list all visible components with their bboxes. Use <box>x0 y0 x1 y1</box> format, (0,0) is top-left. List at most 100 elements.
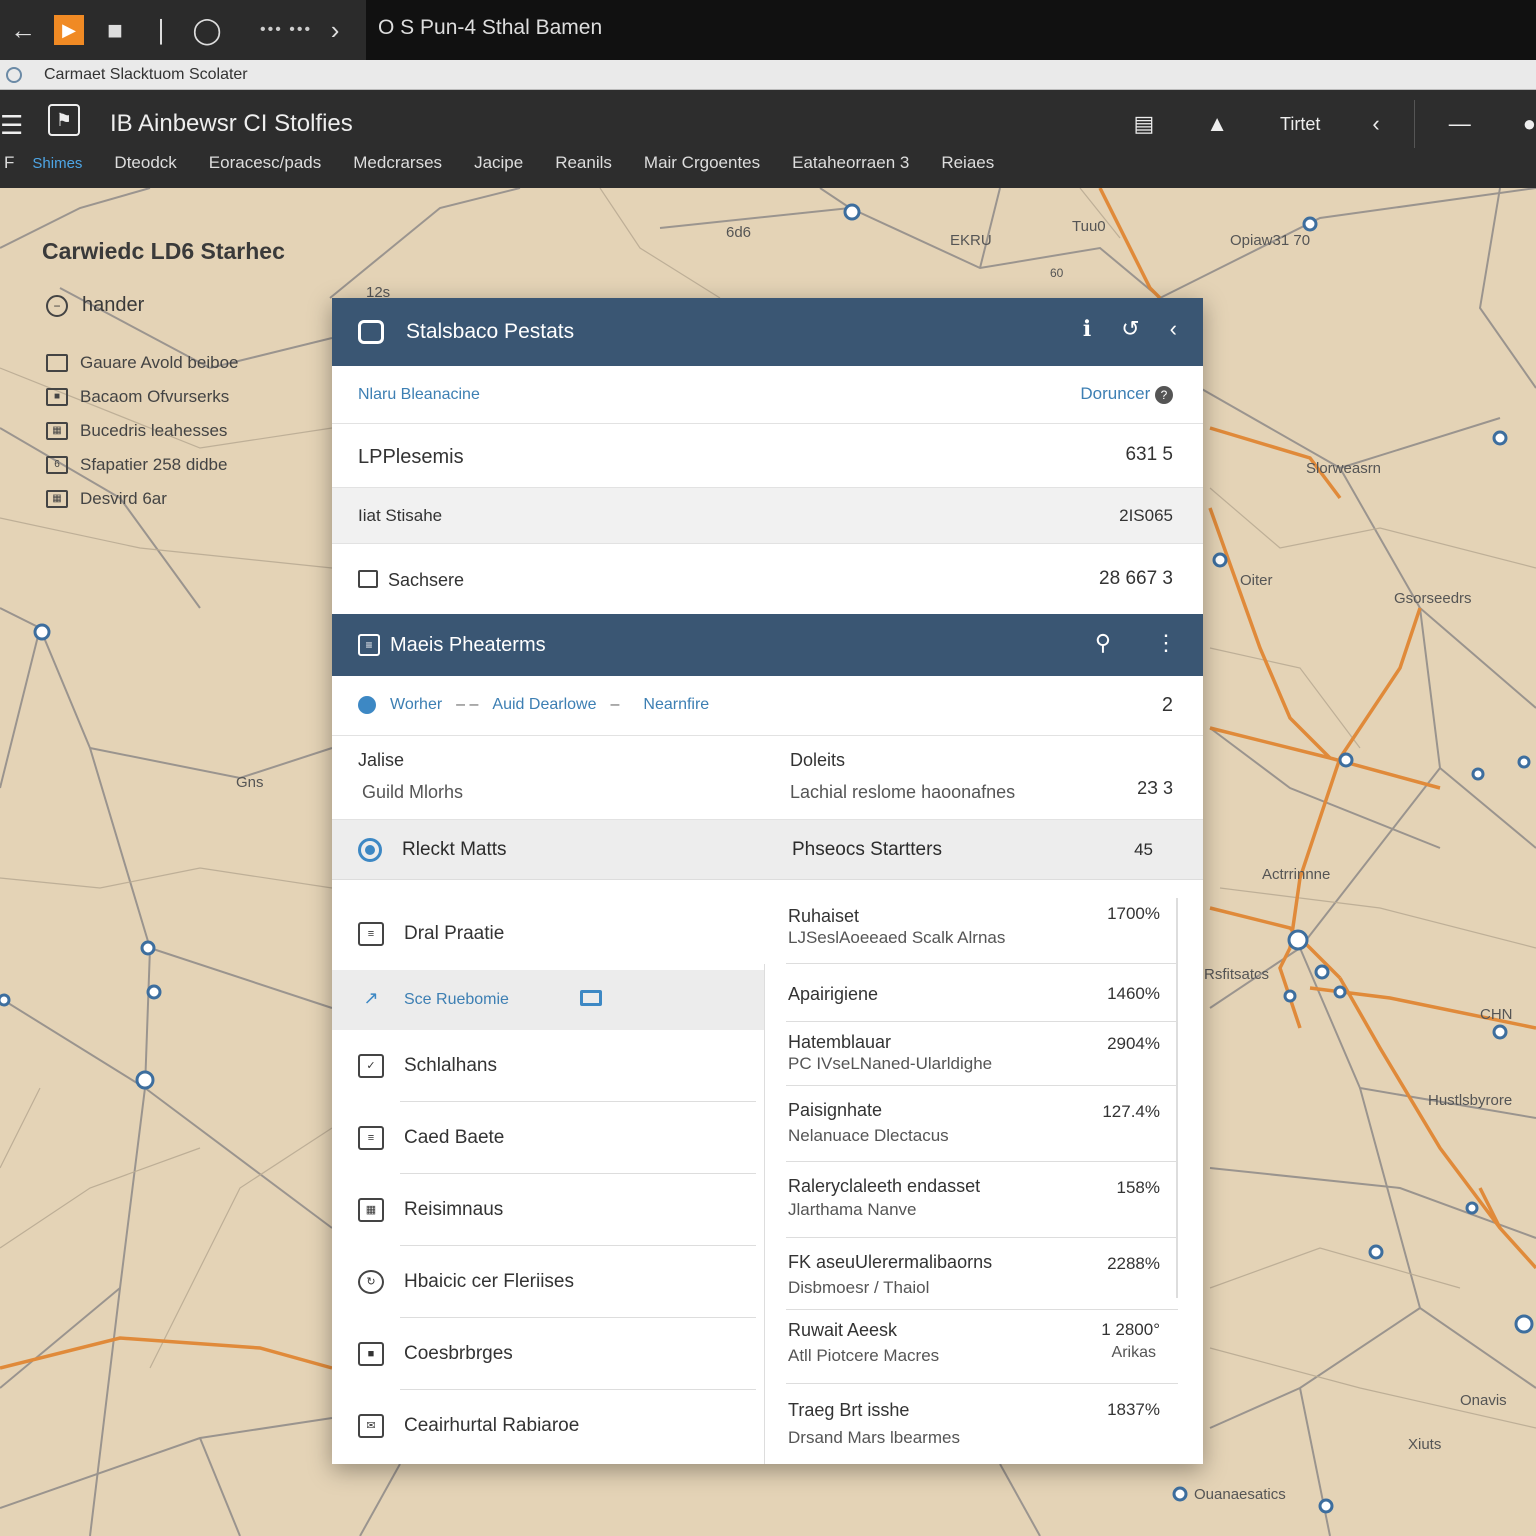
refresh-icon[interactable]: ↺ <box>1121 316 1139 342</box>
minimize-icon[interactable]: — <box>1449 111 1471 137</box>
metric-title: Paisignhate <box>788 1100 883 1120</box>
metric-row[interactable]: Apairigiene 1460% <box>786 964 1178 1022</box>
stat-row[interactable]: Sachsere 28 667 3 <box>332 544 1203 614</box>
sidebar-search[interactable]: − hander <box>46 294 144 317</box>
list-item[interactable]: ✉ Ceairhurtal Rabiaroe <box>332 1390 764 1462</box>
nav-item[interactable]: Reiaes <box>941 153 994 173</box>
chevron-right-icon[interactable]: › <box>312 0 358 60</box>
section-header: ≡ Maeis Pheaterms ⚲ ⋮ <box>332 614 1203 676</box>
list-item-label: Caed Baete <box>404 1127 505 1148</box>
list-item[interactable]: ✓ Schlalhans <box>332 1030 764 1102</box>
column-divider <box>764 964 765 1464</box>
metric-value-secondary: Arikas <box>1111 1344 1156 1361</box>
metric-sub: Jlarthama Nanve <box>788 1200 917 1219</box>
detail-row[interactable]: Jalise Guild Mlorhs Doleits Lachial resl… <box>332 736 1203 820</box>
user-icon[interactable]: ◯ <box>184 0 230 60</box>
sidebar-item-label: Bucedris leahesses <box>80 421 228 440</box>
nav-item[interactable]: Eoracesc/pads <box>209 153 321 173</box>
nav-item[interactable]: F <box>0 153 14 173</box>
selected-row[interactable]: Rleckt Matts Phseocs Startters 45 <box>332 820 1203 880</box>
metric-row[interactable]: Raleryclaleeth endasset Jlarthama Nanve … <box>786 1162 1178 1238</box>
metric-row[interactable]: Hatemblauar PC IVseLNaned-Ularldighe 290… <box>786 1022 1178 1086</box>
sidebar-search-label[interactable]: hander <box>82 294 144 317</box>
metric-row[interactable]: Traeg Brt isshe Drsand Mars lbearmes 183… <box>786 1384 1178 1462</box>
metric-sub: Atll Piotcere Macres <box>788 1346 940 1365</box>
sidebar-list: Gauare Avold beiboe ■ Bacaom Ofvurserks … <box>46 346 238 516</box>
search-icon[interactable]: ⚲ <box>1095 630 1111 656</box>
metric-value: 1837% <box>1107 1400 1160 1419</box>
metric-row[interactable]: FK aseuUlerermalibaorns Disbmoesr / Thai… <box>786 1238 1178 1310</box>
stats-panel: Stalsbaco Pestats ℹ ↺ ‹ Nlaru Bleanacine… <box>332 298 1203 1464</box>
map-label: EKRU <box>950 232 992 249</box>
nav-item[interactable]: Eataheorraen 3 <box>792 153 909 173</box>
stat-label: LPPlesemis <box>358 446 464 468</box>
panel-logo-icon <box>358 320 384 344</box>
stat-value: 631 5 <box>1125 444 1173 465</box>
list-item[interactable]: ▦ Reisimnaus <box>332 1174 764 1246</box>
map-label: Gsorseedrs <box>1394 590 1472 607</box>
panel-header: Stalsbaco Pestats ℹ ↺ ‹ <box>332 298 1203 366</box>
metric-title: Apairigiene <box>788 984 879 1004</box>
detail-right-title: Doleits <box>790 750 846 770</box>
nav-item[interactable]: Reanils <box>555 153 612 173</box>
metric-row[interactable]: Ruwait Aeesk Atll Piotcere Macres 1 2800… <box>786 1310 1178 1384</box>
sidebar-item[interactable]: ▦ Bucedris leahesses <box>46 414 238 448</box>
app-action-text[interactable]: Tirtet <box>1280 114 1320 135</box>
more-vertical-icon[interactable]: ⋮ <box>1155 630 1177 656</box>
list-item[interactable]: ↻ Hbaicic cer Fleriises <box>332 1246 764 1318</box>
document-icon[interactable]: ▤ <box>1133 111 1154 137</box>
metric-title: Raleryclaleeth endasset <box>788 1176 981 1196</box>
metric-row[interactable]: Paisignhate Nelanuace Dlectacus 127.4% <box>786 1086 1178 1162</box>
nav-item-active[interactable]: Shimes <box>32 155 82 172</box>
list-item[interactable]: ■ Coesbrbrges <box>332 1318 764 1390</box>
sidebar-item[interactable]: ▦ Desvird 6ar <box>46 482 238 516</box>
address-bar[interactable]: Carmaet Slacktuom Scolater <box>0 60 1536 90</box>
sidebar-item[interactable]: 6 Sfapatier 258 didbe <box>46 448 238 482</box>
breadcrumb-item[interactable]: Worher <box>390 696 442 714</box>
stat-row[interactable]: Iiat Stisahe 2IS065 <box>332 488 1203 544</box>
sidebar-item-label: Desvird 6ar <box>80 489 167 508</box>
nav-item[interactable]: Dteodck <box>114 153 176 173</box>
list-item[interactable]: ≡ Caed Baete <box>332 1102 764 1174</box>
window-title: O S Pun-4 Sthal Bamen <box>378 16 603 39</box>
stat-row[interactable]: LPPlesemis 631 5 <box>332 424 1203 488</box>
layers-icon[interactable]: ▲ <box>1206 111 1228 137</box>
nav-item[interactable]: Medcrarses <box>353 153 442 173</box>
info-icon[interactable]: ℹ <box>1083 316 1091 342</box>
metric-row[interactable]: Ruhaiset LJSeslAoeeaed Scalk Alrnas 1700… <box>786 898 1178 964</box>
detail-left-sub: Guild Mlorhs <box>362 782 464 802</box>
address-text[interactable]: Carmaet Slacktuom Scolater <box>44 66 248 84</box>
pin-icon[interactable]: ∣ <box>138 0 184 60</box>
map-label: Ouanaesatics <box>1194 1486 1286 1503</box>
metric-value: 2904% <box>1107 1034 1160 1053</box>
share-icon[interactable]: ‹ <box>1372 111 1379 137</box>
panel-link-right[interactable]: Doruncer ? <box>1080 384 1173 404</box>
window-menu-dots[interactable]: ••• ••• <box>260 21 312 39</box>
map-label: 60 <box>1050 266 1064 280</box>
back-arrow-icon[interactable]: ← <box>0 0 46 60</box>
radio-selected-icon[interactable] <box>358 838 382 862</box>
sidebar-item[interactable]: ■ Bacaom Ofvurserks <box>46 380 238 414</box>
hamburger-menu-icon[interactable]: ☰ <box>0 110 23 141</box>
help-icon: ? <box>1155 386 1173 404</box>
list-icon <box>46 354 68 372</box>
panel-link-left[interactable]: Nlaru Bleanacine <box>358 386 480 404</box>
list-item-active[interactable]: ↗ Sce Ruebomie <box>332 970 764 1030</box>
nav-item[interactable]: Jacipe <box>474 153 523 173</box>
metric-sub: Nelanuace Dlectacus <box>788 1126 949 1145</box>
sidebar-item-label: Gauare Avold beiboe <box>80 353 239 372</box>
clipboard-icon[interactable]: ■ <box>92 0 138 60</box>
search-icon: − <box>46 294 68 317</box>
collapse-chevron-icon[interactable]: ‹ <box>1170 316 1177 342</box>
breadcrumb-item[interactable]: Nearnfire <box>643 696 709 714</box>
settings-icon[interactable]: ● <box>1523 111 1536 137</box>
metric-title: Ruwait Aeesk <box>788 1320 898 1340</box>
monitor-icon[interactable] <box>580 990 602 1006</box>
list-item[interactable]: ≡ Dral Praatie <box>332 898 764 970</box>
nav-item[interactable]: Mair Crgoentes <box>644 153 760 173</box>
app-launcher-icon[interactable]: ▶ <box>46 0 92 60</box>
metric-value: 2288% <box>1107 1254 1160 1273</box>
sidebar-item[interactable]: Gauare Avold beiboe <box>46 346 238 380</box>
map-label: 6d6 <box>726 224 752 241</box>
breadcrumb-item[interactable]: Auid Dearlowe <box>492 696 596 714</box>
